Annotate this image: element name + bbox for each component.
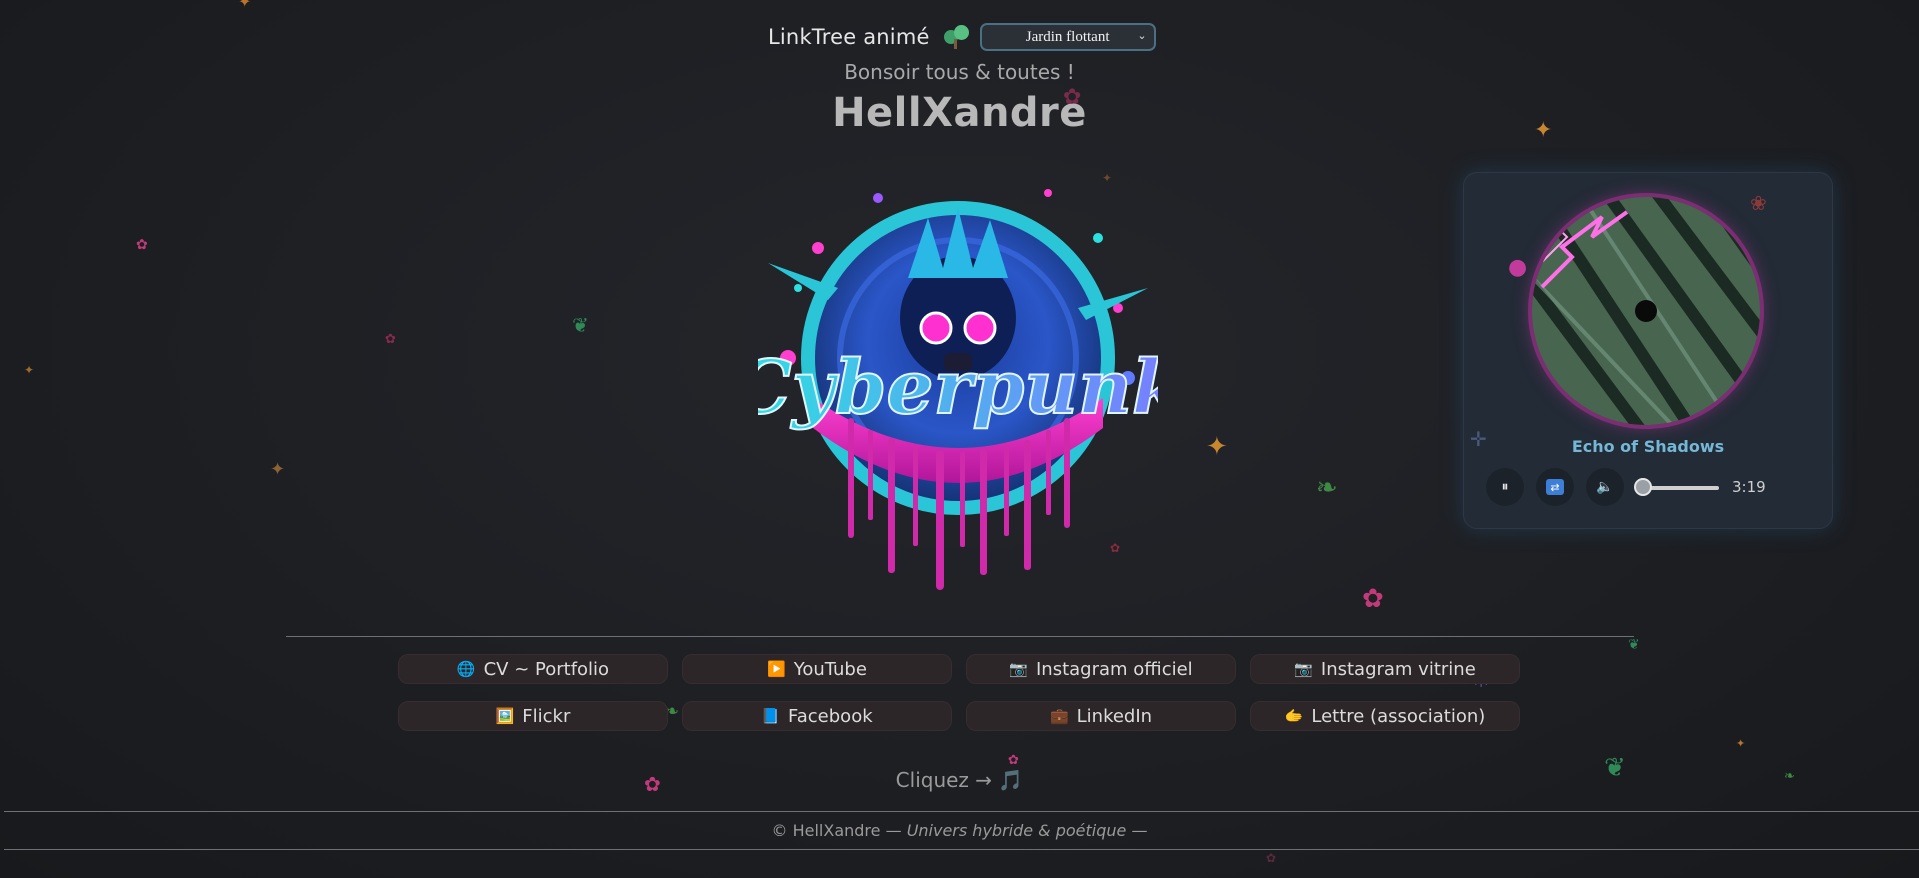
theme-select[interactable]: Jardin flottant ⌄ [979, 23, 1156, 51]
track-time: 3:19 [1732, 478, 1766, 496]
footer-divider-bottom [4, 849, 1919, 850]
greeting: Bonsoir tous & toutes ! [844, 60, 1075, 84]
camera-icon: 📷 [1009, 660, 1028, 678]
link-youtube[interactable]: ▶️ YouTube [682, 654, 952, 684]
seek-thumb[interactable] [1634, 478, 1652, 496]
volume-icon: 🔈 [1596, 479, 1614, 495]
cyberpunk-logo: Cyberpunk [732, 168, 1184, 598]
globe-icon: 🌐 [456, 660, 476, 678]
chevron-down-icon: ⌄ [1137, 30, 1147, 42]
sparkle-icon: ✦ [238, 0, 252, 11]
briefcase-icon: 💼 [1049, 707, 1069, 725]
flower-icon: ✿ [1266, 851, 1277, 865]
hand-icon: 🫱 [1284, 707, 1304, 725]
link-instagram-vitrine[interactable]: 📷 Instagram vitrine [1250, 654, 1520, 684]
link-cv-portfolio[interactable]: 🌐 CV ~ Portfolio [398, 654, 668, 684]
link-flickr[interactable]: 🖼️ Flickr [398, 701, 668, 731]
leaf-icon: ❦ [1628, 637, 1640, 653]
link-label: Facebook [788, 705, 873, 727]
leaf-icon: ❧ [1316, 473, 1338, 503]
cta[interactable]: Cliquez → 🎵 [0, 768, 1919, 792]
track-title: Echo of Shadows [1571, 437, 1725, 456]
footer-tagline: Univers hybride & poétique [906, 821, 1127, 840]
flower-icon: ✿ [385, 332, 396, 347]
flower-icon: ❀ [1750, 191, 1767, 215]
music-note-icon: 🎵 [998, 768, 1024, 792]
seek-slider[interactable] [1634, 478, 1719, 496]
link-instagram-officiel[interactable]: 📷 Instagram officiel [966, 654, 1236, 684]
book-icon: 📘 [761, 707, 781, 725]
shuffle-icon: ⇄ [1546, 479, 1564, 495]
flower-icon: ✿ [1008, 753, 1019, 768]
picture-icon: 🖼️ [495, 707, 515, 725]
footer-divider-top [4, 811, 1919, 812]
sparkle-icon: ✦ [24, 363, 35, 377]
volume-button[interactable]: 🔈 [1586, 468, 1624, 506]
footer-copyright: © HellXandre — [771, 821, 902, 840]
page-title: HellXandre [832, 90, 1087, 136]
play-icon: ▶️ [767, 660, 786, 678]
sparkle-icon: ✦ [270, 459, 286, 480]
link-label: LinkedIn [1076, 705, 1153, 727]
sparkle-icon: ✦ [1206, 432, 1228, 462]
link-label: Lettre (association) [1311, 705, 1486, 727]
link-label: Instagram officiel [1036, 658, 1193, 680]
site-title: LinkTree animé [768, 25, 930, 49]
logo-text: Cyberpunk [758, 345, 1158, 431]
link-label: YouTube [793, 658, 867, 680]
link-facebook[interactable]: 📘 Facebook [682, 701, 952, 731]
theme-select-value: Jardin flottant [1025, 28, 1110, 45]
link-label: Flickr [522, 705, 571, 727]
divider [286, 636, 1634, 637]
flower-icon: ● [1508, 255, 1528, 280]
music-player: ● ❀ ✛ Echo of Shadows ⏸ ⇄ 🔈 3:19 [1463, 172, 1833, 529]
album-cover [1532, 197, 1760, 425]
link-label: Instagram vitrine [1320, 658, 1476, 680]
camera-icon: 📷 [1294, 660, 1313, 678]
link-lettre-association[interactable]: 🫱 Lettre (association) [1250, 701, 1520, 731]
pause-button[interactable]: ⏸ [1486, 468, 1524, 506]
flower-icon: ✿ [136, 237, 148, 253]
footer: © HellXandre — Univers hybride & poétiqu… [0, 821, 1919, 840]
leaf-icon: ❦ [572, 313, 589, 337]
pause-icon: ⏸ [1501, 479, 1509, 495]
shuffle-button[interactable]: ⇄ [1536, 468, 1574, 506]
tree-icon [940, 24, 974, 50]
sparkle-icon: ✦ [1736, 737, 1746, 750]
flower-icon: ✿ [1362, 584, 1384, 614]
link-label: CV ~ Portfolio [483, 658, 610, 680]
link-linkedin[interactable]: 💼 LinkedIn [966, 701, 1236, 731]
cta-text: Cliquez → [895, 768, 993, 792]
topbar: LinkTree animé Jardin flottant ⌄ [768, 20, 1156, 54]
footer-end: — [1131, 821, 1148, 840]
